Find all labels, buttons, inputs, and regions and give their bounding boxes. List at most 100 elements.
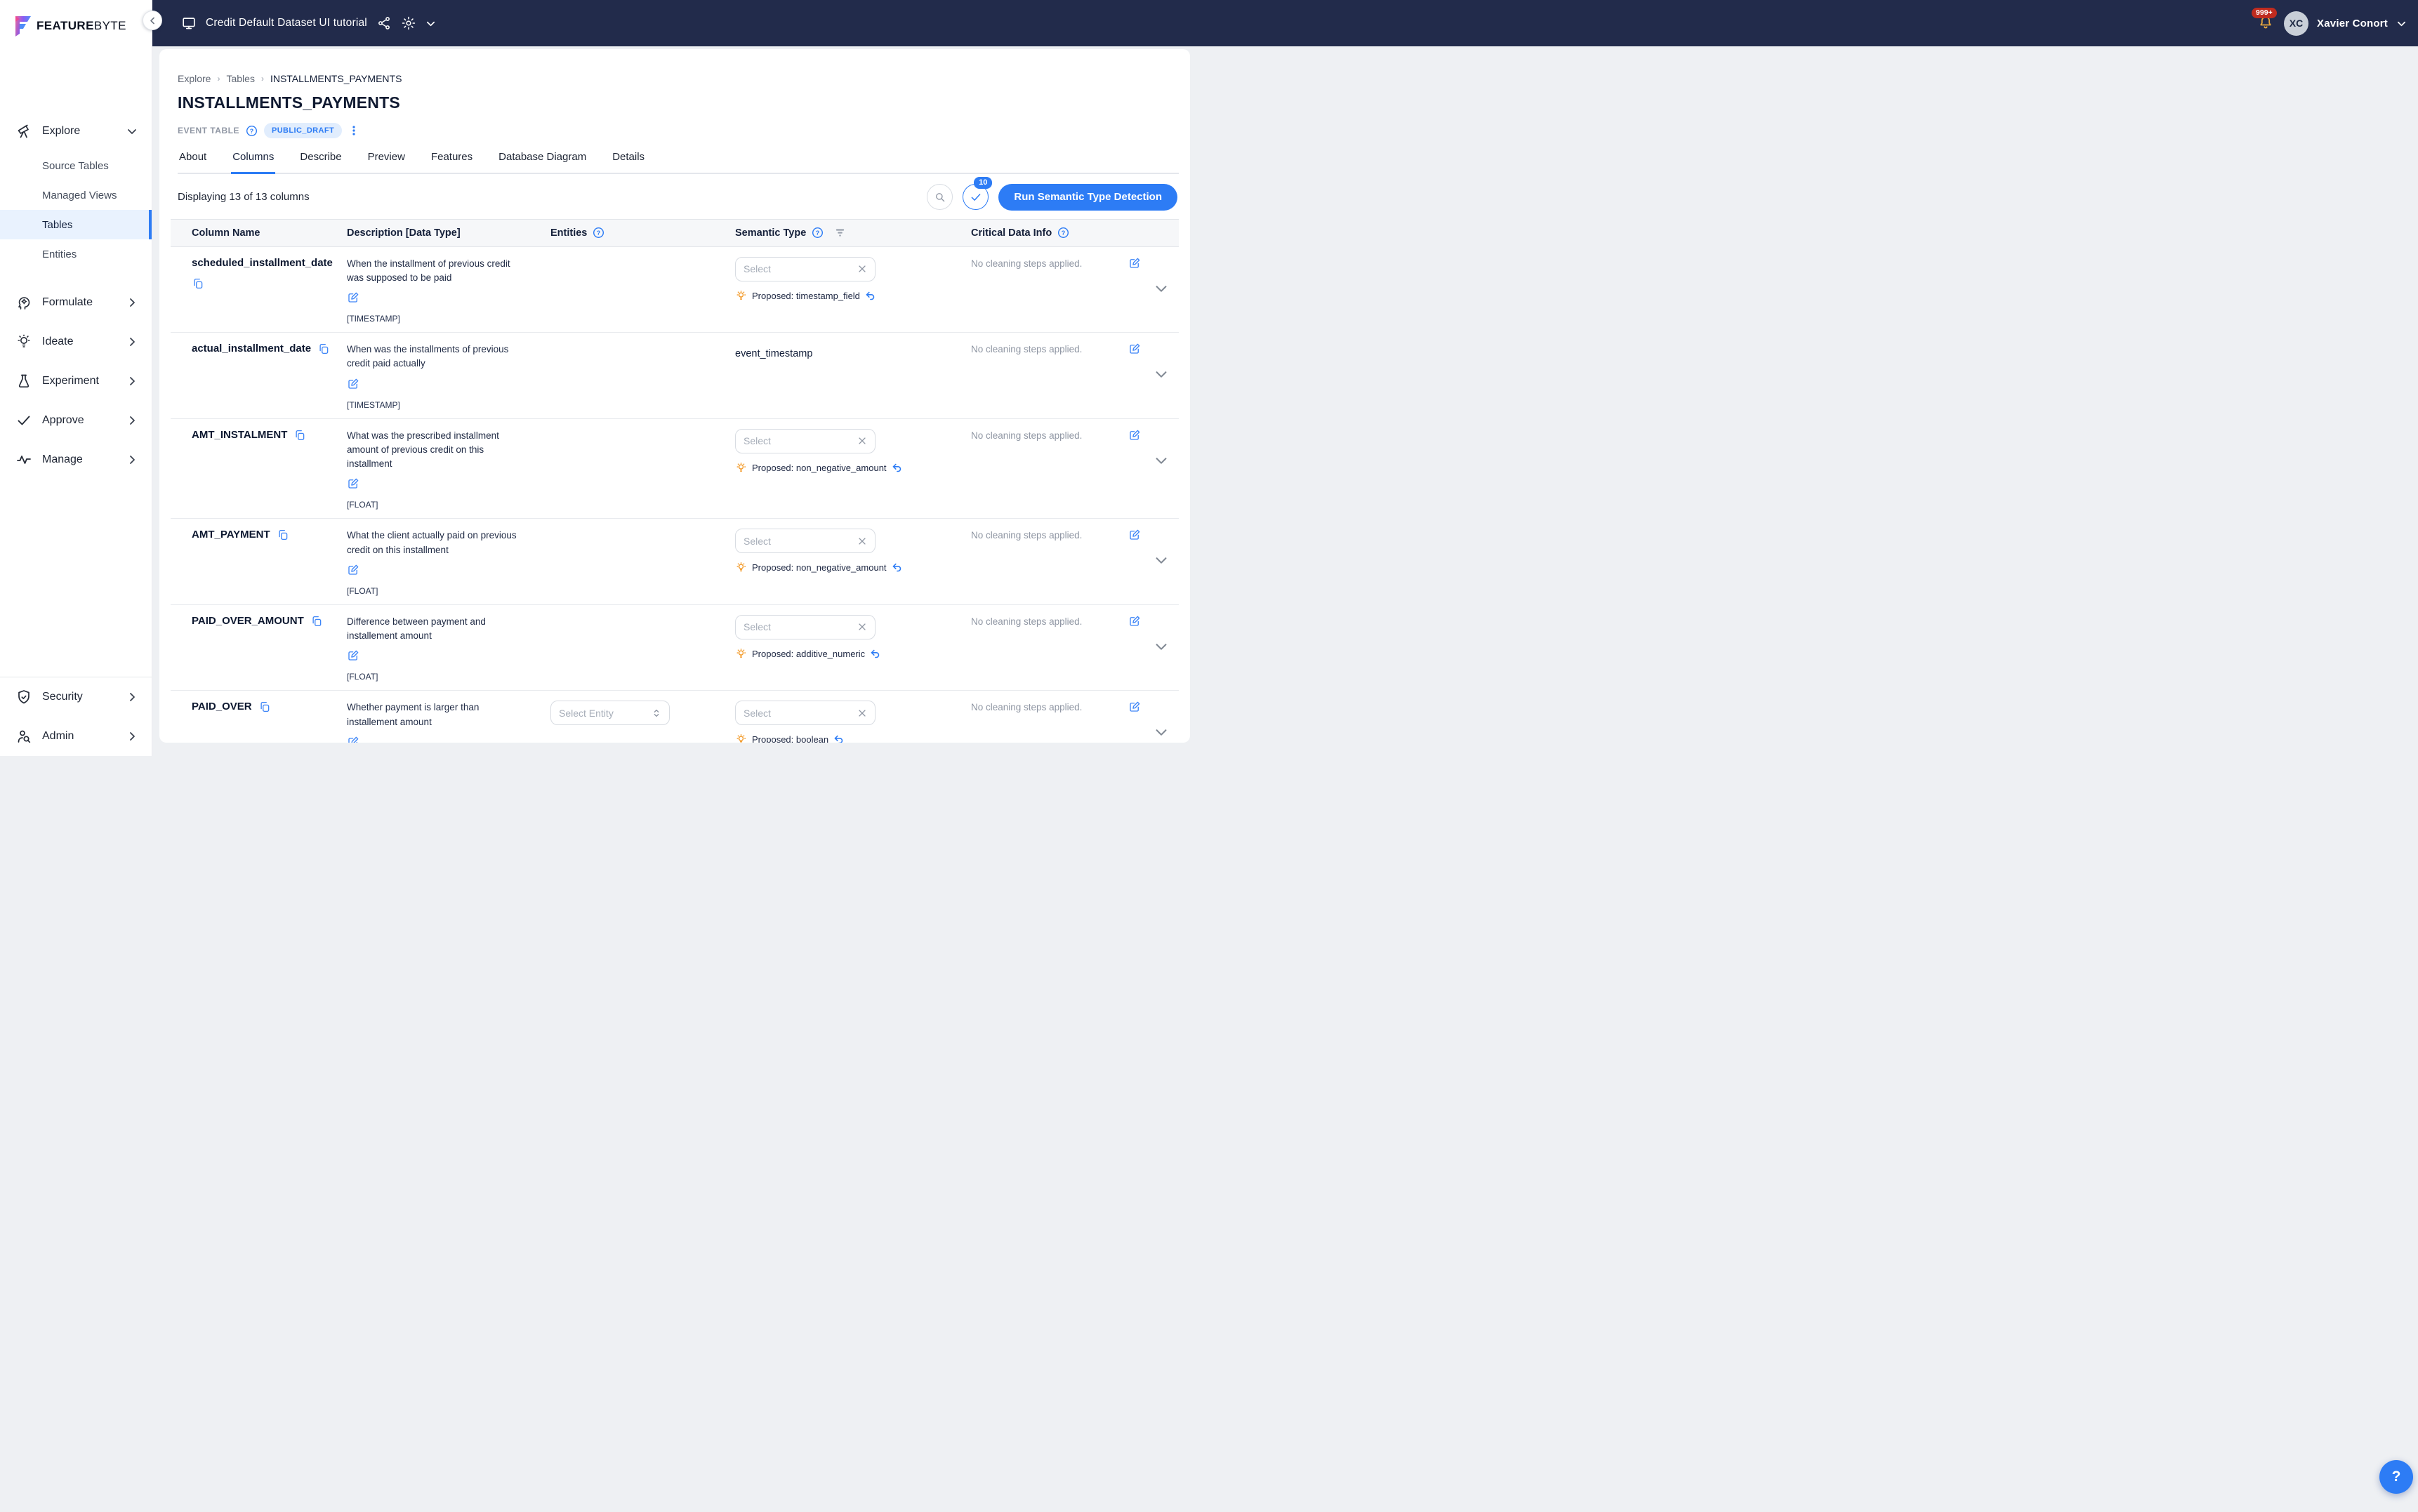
- sidebar-item-approve[interactable]: Approve: [0, 401, 152, 440]
- tab-database-diagram[interactable]: Database Diagram: [497, 151, 588, 174]
- column-description: Difference between payment and installem…: [347, 615, 520, 644]
- share-icon[interactable]: [376, 15, 392, 31]
- tab-columns[interactable]: Columns: [231, 151, 275, 174]
- expand-row-icon[interactable]: [1154, 366, 1169, 382]
- proposed-semantic-type: Proposed: timestamp_field: [735, 290, 971, 302]
- clear-icon[interactable]: [857, 622, 867, 632]
- semantic-type-select[interactable]: Select: [735, 701, 876, 725]
- header-description: Description [Data Type]: [347, 227, 550, 239]
- sidebar-item-formulate[interactable]: Formulate: [0, 283, 152, 322]
- kebab-menu-icon[interactable]: [348, 125, 359, 136]
- undo-icon[interactable]: [870, 649, 880, 659]
- copy-icon[interactable]: [310, 615, 323, 628]
- edit-description-icon[interactable]: [347, 291, 359, 304]
- edit-description-icon[interactable]: [347, 378, 359, 390]
- sidebar-item-label: Security: [42, 691, 126, 703]
- chevron-down-icon[interactable]: [2396, 18, 2407, 29]
- edit-description-icon[interactable]: [347, 477, 359, 490]
- clear-icon[interactable]: [857, 708, 867, 718]
- avatar[interactable]: XC: [2284, 11, 2308, 36]
- description-cell: When was the installments of previous cr…: [347, 343, 550, 418]
- edit-description-icon[interactable]: [347, 736, 359, 743]
- featurebyte-logo[interactable]: FEATUREBYTE: [0, 0, 152, 42]
- undo-icon[interactable]: [833, 734, 844, 743]
- undo-icon[interactable]: [865, 291, 876, 301]
- chevron-right-icon: [126, 376, 138, 387]
- expand-row-icon[interactable]: [1154, 281, 1169, 296]
- run-semantic-type-detection-button[interactable]: Run Semantic Type Detection: [998, 184, 1177, 211]
- critical-data-info-cell: No cleaning steps applied.: [971, 615, 1179, 691]
- notifications-button[interactable]: 999+: [2257, 14, 2275, 32]
- critical-data-info-cell: No cleaning steps applied.: [971, 343, 1179, 418]
- semantic-type-cell: Select Proposed: boolean: [735, 701, 971, 743]
- clear-icon[interactable]: [857, 536, 867, 546]
- copy-icon[interactable]: [317, 343, 330, 355]
- entity-select[interactable]: Select Entity: [550, 701, 670, 725]
- description-cell: Difference between payment and installem…: [347, 615, 550, 691]
- table-row: actual_installment_date When was the ins…: [171, 333, 1179, 419]
- expand-row-icon[interactable]: [1154, 552, 1169, 568]
- tab-about[interactable]: About: [178, 151, 208, 174]
- sidebar-item-entities[interactable]: Entities: [0, 239, 152, 269]
- edit-description-icon[interactable]: [347, 649, 359, 662]
- table-row: PAID_OVER_AMOUNT Difference between paym…: [171, 605, 1179, 691]
- table-row: scheduled_installment_date When the inst…: [171, 247, 1179, 333]
- copy-icon[interactable]: [293, 429, 306, 442]
- sidebar-item-managed-views[interactable]: Managed Views: [0, 180, 152, 210]
- sidebar-item-admin[interactable]: Admin: [0, 717, 152, 756]
- breadcrumb-tables[interactable]: Tables: [226, 73, 254, 84]
- edit-cleaning-icon[interactable]: [1128, 615, 1141, 628]
- sidebar-item-ideate[interactable]: Ideate: [0, 322, 152, 362]
- copy-icon[interactable]: [277, 529, 289, 541]
- filter-icon[interactable]: [835, 227, 845, 238]
- breadcrumb-explore[interactable]: Explore: [178, 73, 211, 84]
- help-icon[interactable]: ?: [593, 227, 604, 239]
- tab-details[interactable]: Details: [611, 151, 646, 174]
- lightbulb-icon: [735, 734, 747, 743]
- edit-description-icon[interactable]: [347, 564, 359, 576]
- search-button[interactable]: [927, 184, 953, 210]
- sidebar-item-security[interactable]: Security: [0, 677, 152, 717]
- sidebar-collapse-button[interactable]: [143, 11, 162, 30]
- clear-icon[interactable]: [857, 436, 867, 446]
- semantic-type-select[interactable]: Select: [735, 257, 876, 281]
- entities-cell: [550, 529, 735, 604]
- proposal-count-badge: 10: [974, 177, 992, 189]
- undo-icon[interactable]: [892, 562, 902, 573]
- copy-icon[interactable]: [258, 701, 271, 713]
- semantic-type-cell: Select Proposed: additive_numeric: [735, 615, 971, 691]
- gear-icon[interactable]: [401, 15, 416, 31]
- expand-row-icon[interactable]: [1154, 639, 1169, 654]
- edit-cleaning-icon[interactable]: [1128, 257, 1141, 270]
- proposed-label: Proposed: boolean: [752, 734, 828, 743]
- tab-describe[interactable]: Describe: [298, 151, 343, 174]
- tab-features[interactable]: Features: [430, 151, 474, 174]
- tab-preview[interactable]: Preview: [366, 151, 407, 174]
- semantic-type-select[interactable]: Select: [735, 529, 876, 553]
- edit-cleaning-icon[interactable]: [1128, 343, 1141, 355]
- sidebar-item-explore[interactable]: Explore: [0, 112, 152, 151]
- chevron-down-icon[interactable]: [425, 18, 436, 29]
- semantic-type-select[interactable]: Select: [735, 615, 876, 639]
- undo-icon[interactable]: [892, 463, 902, 473]
- help-icon[interactable]: ?: [246, 125, 258, 137]
- telescope-icon: [15, 123, 32, 140]
- semantic-type-select[interactable]: Select: [735, 429, 876, 453]
- help-icon[interactable]: ?: [1057, 227, 1069, 239]
- help-icon[interactable]: ?: [812, 227, 824, 239]
- copy-icon[interactable]: [192, 277, 204, 290]
- expand-row-icon[interactable]: [1154, 453, 1169, 468]
- topbar-user-area: 999+ XC Xavier Conort: [2257, 11, 2418, 36]
- clear-icon[interactable]: [857, 264, 867, 274]
- expand-row-icon[interactable]: [1154, 724, 1169, 740]
- edit-cleaning-icon[interactable]: [1128, 429, 1141, 442]
- sidebar-item-label: Explore: [42, 125, 126, 138]
- edit-cleaning-icon[interactable]: [1128, 529, 1141, 541]
- sidebar-item-manage[interactable]: Manage: [0, 440, 152, 479]
- sidebar-item-tables[interactable]: Tables: [0, 210, 152, 239]
- help-fab-button[interactable]: ?: [2379, 1460, 2413, 1494]
- semantic-type-cell: Select Proposed: non_negative_amount: [735, 529, 971, 604]
- edit-cleaning-icon[interactable]: [1128, 701, 1141, 713]
- sidebar-item-source-tables[interactable]: Source Tables: [0, 151, 152, 180]
- sidebar-item-experiment[interactable]: Experiment: [0, 362, 152, 401]
